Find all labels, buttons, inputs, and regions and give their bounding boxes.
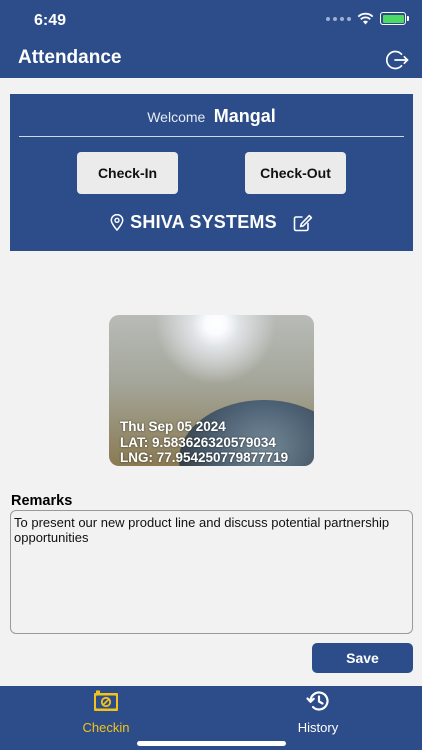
welcome-label: Welcome bbox=[147, 109, 206, 125]
camera-icon bbox=[94, 690, 118, 711]
divider bbox=[19, 136, 404, 137]
wifi-icon bbox=[357, 12, 374, 25]
tab-history[interactable]: History bbox=[248, 690, 388, 735]
signal-icon bbox=[326, 16, 351, 21]
edit-icon[interactable] bbox=[293, 214, 313, 232]
save-button[interactable]: Save bbox=[312, 643, 413, 673]
user-name: Mangal bbox=[213, 106, 276, 126]
company-name: SHIVA SYSTEMS bbox=[130, 212, 277, 232]
photo-latitude: LAT: 9.583626320579034 bbox=[120, 434, 276, 450]
check-out-button[interactable]: Check-Out bbox=[245, 152, 346, 194]
status-icons bbox=[326, 12, 409, 25]
page-title: Attendance bbox=[18, 47, 122, 68]
attendance-card: Welcome Mangal Check-In Check-Out SHIVA … bbox=[10, 94, 413, 251]
remarks-input[interactable]: To present our new product line and disc… bbox=[10, 510, 413, 634]
status-time: 6:49 bbox=[34, 12, 67, 29]
remarks-label: Remarks bbox=[11, 493, 73, 509]
check-in-button[interactable]: Check-In bbox=[77, 152, 178, 194]
battery-icon bbox=[380, 12, 409, 25]
logout-icon[interactable] bbox=[386, 48, 410, 72]
photo-date: Thu Sep 05 2024 bbox=[120, 419, 226, 434]
tab-checkin[interactable]: Checkin bbox=[36, 690, 176, 735]
company-row: SHIVA SYSTEMS bbox=[10, 212, 413, 233]
photo-longitude: LNG: 77.954250779877719 bbox=[120, 450, 289, 465]
photo-overlay: Thu Sep 05 2024 LAT: 9.583626320579034 L… bbox=[120, 419, 288, 466]
location-pin-icon bbox=[110, 214, 124, 231]
status-bar: 6:49 bbox=[0, 0, 422, 42]
welcome-row: Welcome Mangal bbox=[10, 106, 413, 127]
tab-checkin-label: Checkin bbox=[82, 720, 130, 735]
app-header: Attendance bbox=[0, 42, 422, 78]
history-icon bbox=[306, 691, 329, 711]
checkin-photo: Thu Sep 05 2024 LAT: 9.583626320579034 L… bbox=[109, 315, 314, 466]
home-indicator bbox=[137, 741, 286, 746]
tab-history-label: History bbox=[297, 720, 339, 735]
